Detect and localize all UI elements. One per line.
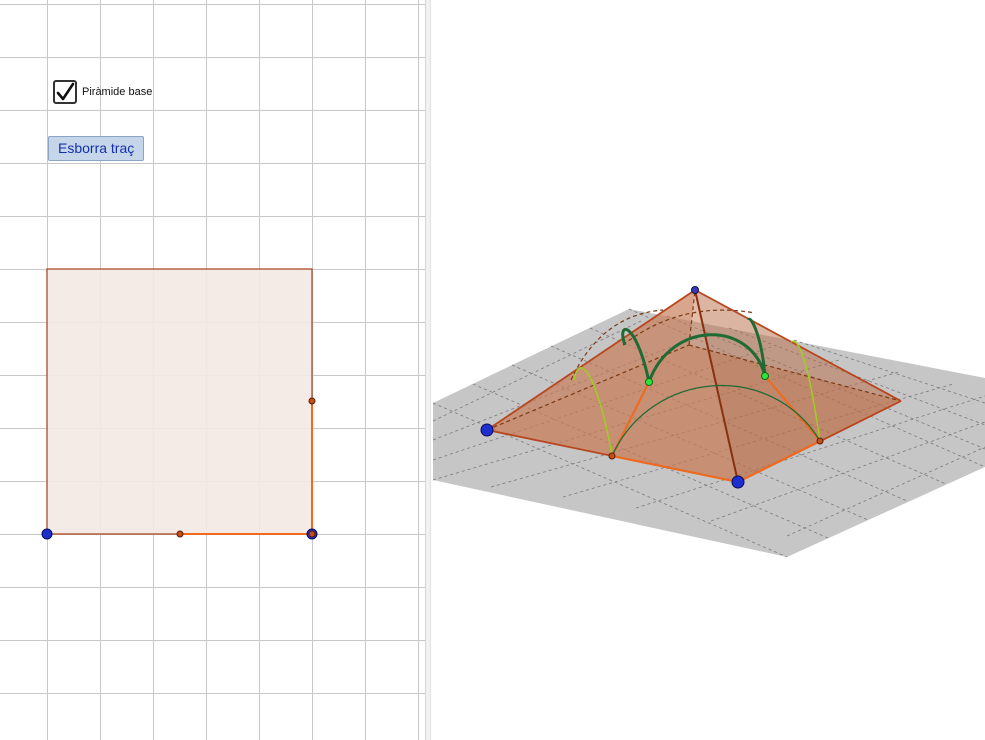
grid-2d (0, 0, 425, 740)
point-orange-right[interactable] (308, 397, 316, 405)
checkbox-box[interactable] (53, 80, 77, 104)
point-apex[interactable] (691, 286, 699, 294)
point-blue-left[interactable] (41, 528, 53, 540)
scene-3d (432, 286, 985, 558)
graphics-view-3d[interactable] (431, 0, 985, 740)
point-orange-left-3d[interactable] (608, 452, 616, 460)
point-blue-left-3d[interactable] (480, 423, 494, 437)
point-green-left[interactable] (645, 378, 653, 386)
pyramid-base-checkbox[interactable]: Piràmide base (53, 80, 152, 104)
checkmark-icon (56, 82, 75, 101)
point-orange-right-3d[interactable] (816, 437, 824, 445)
graphics-view-2d[interactable]: Piràmide base Esborra traç (0, 0, 425, 740)
point-blue-front-3d[interactable] (731, 475, 745, 489)
checkbox-label: Piràmide base (82, 86, 153, 98)
point-orange-bottom[interactable] (176, 530, 184, 538)
base-square[interactable] (46, 268, 313, 535)
point-green-right[interactable] (761, 372, 769, 380)
clear-trace-button[interactable]: Esborra traç (48, 136, 145, 161)
point-orange-corner[interactable] (308, 530, 316, 538)
